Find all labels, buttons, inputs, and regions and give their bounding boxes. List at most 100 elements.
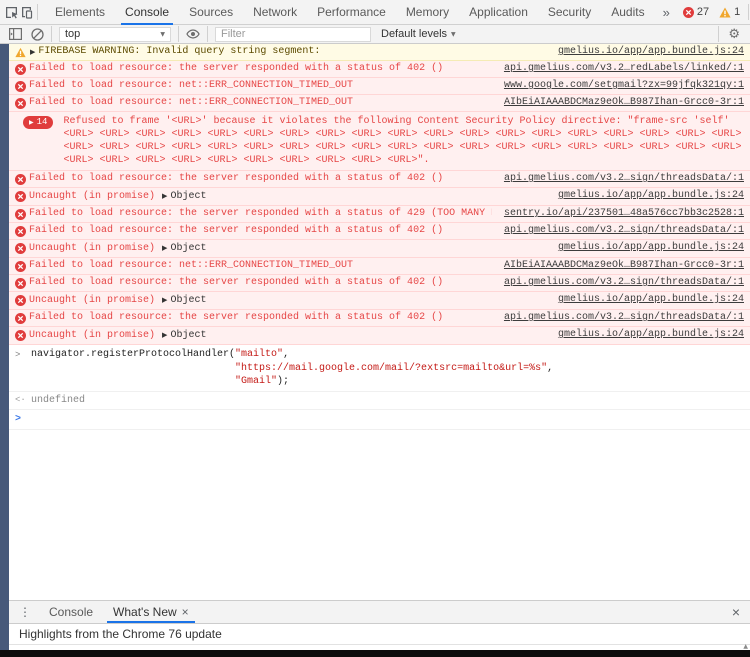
filter-input[interactable] xyxy=(215,27,371,42)
toolbar-divider xyxy=(207,26,208,42)
toolbar-divider xyxy=(51,26,52,42)
tab-application[interactable]: Application xyxy=(459,0,538,25)
chevron-down-icon: ▼ xyxy=(451,31,456,38)
error-icon xyxy=(15,261,29,272)
console-error-row: Failed to load resource: the server resp… xyxy=(9,223,750,240)
object-expander[interactable]: Object xyxy=(170,243,206,254)
result-arrow-icon: <· xyxy=(15,394,31,407)
error-icon xyxy=(15,98,29,109)
drawer-tab-whats-new[interactable]: What's New × xyxy=(103,601,199,623)
panel-tabs: Elements Console Sources Network Perform… xyxy=(45,0,678,25)
source-link[interactable]: sentry.io/api/237501…48a576cc7bb3c2528:1 xyxy=(504,206,744,222)
tab-memory[interactable]: Memory xyxy=(396,0,459,25)
console-uncaught-row: Uncaught (in promise) ▶Object gmelius.io… xyxy=(9,188,750,206)
console-toolbar: top ▼ Default levels ▼ ⚙ xyxy=(0,25,750,44)
console-error-row: Failed to load resource: the server resp… xyxy=(9,206,750,223)
settings-gear-icon[interactable]: ⚙ xyxy=(722,27,746,42)
console-uncaught-row: Uncaught (in promise) ▶Object gmelius.io… xyxy=(9,292,750,310)
error-icon xyxy=(15,278,29,289)
tab-audits[interactable]: Audits xyxy=(601,0,654,25)
error-icon xyxy=(15,64,29,75)
expand-triangle-icon[interactable]: ▶ xyxy=(162,244,167,252)
expand-triangle-icon[interactable]: ▶ xyxy=(162,192,167,200)
prompt-chevron-icon: > xyxy=(15,414,21,425)
console-grouped-error-row: ▶ 14 Refused to frame '<URL>' because it… xyxy=(9,112,750,171)
warning-icon xyxy=(719,7,731,18)
console-error-row: Failed to load resource: net::ERR_CONNEC… xyxy=(9,258,750,275)
console-empty-area[interactable] xyxy=(9,430,750,600)
error-icon xyxy=(15,209,29,220)
error-icon xyxy=(15,330,29,341)
source-link[interactable]: api.gmelius.com/v3.2…sign/threadsData/:1 xyxy=(504,310,744,326)
source-link[interactable]: AIbEiAIAAABDCMaz9eOk…B987Ihan-Grcc0-3r:1 xyxy=(504,95,744,111)
page-bottom-bar xyxy=(0,650,750,657)
error-icon xyxy=(15,243,29,254)
expand-triangle-icon[interactable]: ▶ xyxy=(162,331,167,339)
console-prompt[interactable]: > xyxy=(9,410,750,430)
expand-triangle-icon: ▶ xyxy=(29,116,34,129)
source-link[interactable]: gmelius.io/app/app.bundle.js:24 xyxy=(558,327,744,343)
more-tabs-icon[interactable]: » xyxy=(655,0,678,25)
execution-context-selector[interactable]: top ▼ xyxy=(59,27,171,42)
error-count-badge[interactable]: 27 xyxy=(683,6,709,18)
chevron-down-icon: ▼ xyxy=(160,31,165,38)
drawer-toolbar: ⋮ Console What's New × × xyxy=(9,601,750,624)
object-expander[interactable]: Object xyxy=(170,191,206,202)
source-link[interactable]: api.gmelius.com/v3.2…sign/threadsData/:1 xyxy=(504,223,744,239)
console-messages-pane: ▶ FIREBASE WARNING: Invalid query string… xyxy=(9,44,750,650)
console-error-row: Failed to load resource: the server resp… xyxy=(9,61,750,78)
object-expander[interactable]: Object xyxy=(170,295,206,306)
whats-new-content: ▲ xyxy=(9,645,750,650)
drawer-menu-icon[interactable]: ⋮ xyxy=(9,601,39,623)
source-link[interactable]: api.gmelius.com/v3.2…sign/threadsData/:1 xyxy=(504,275,744,291)
source-link[interactable]: www.google.com/setgmail?zx=99jfqk321qy:1 xyxy=(504,78,744,94)
device-toolbar-icon[interactable] xyxy=(19,0,34,24)
toolbar-divider xyxy=(748,4,749,20)
source-link[interactable]: gmelius.io/app/app.bundle.js:24 xyxy=(558,44,744,60)
console-warning-row: ▶ FIREBASE WARNING: Invalid query string… xyxy=(9,44,750,61)
source-link[interactable]: gmelius.io/app/app.bundle.js:24 xyxy=(558,292,744,308)
bottom-drawer: ⋮ Console What's New × × Highlights from… xyxy=(9,600,750,650)
expand-triangle-icon[interactable]: ▶ xyxy=(162,296,167,304)
tab-console[interactable]: Console xyxy=(115,0,179,25)
close-tab-icon[interactable]: × xyxy=(182,605,189,619)
tab-performance[interactable]: Performance xyxy=(307,0,396,25)
console-error-row: Failed to load resource: the server resp… xyxy=(9,171,750,188)
tab-security[interactable]: Security xyxy=(538,0,601,25)
toolbar-divider xyxy=(37,4,38,20)
error-icon xyxy=(15,313,29,324)
log-levels-dropdown[interactable]: Default levels ▼ xyxy=(377,28,460,40)
source-link[interactable]: gmelius.io/app/app.bundle.js:24 xyxy=(558,240,744,256)
expand-triangle-icon[interactable]: ▶ xyxy=(30,44,35,60)
drawer-tab-console[interactable]: Console xyxy=(39,601,103,623)
console-sidebar-icon[interactable] xyxy=(4,26,26,43)
error-icon xyxy=(683,7,694,18)
tab-sources[interactable]: Sources xyxy=(179,0,243,25)
tab-elements[interactable]: Elements xyxy=(45,0,115,25)
repeat-count-badge[interactable]: ▶ 14 xyxy=(23,116,53,129)
error-icon xyxy=(15,81,29,92)
source-link[interactable]: AIbEiAIAAABDCMaz9eOk…B987Ihan-Grcc0-3r:1 xyxy=(504,258,744,274)
object-expander[interactable]: Object xyxy=(170,330,206,341)
command-chevron-icon: > xyxy=(15,348,31,362)
source-link[interactable]: gmelius.io/app/app.bundle.js:24 xyxy=(558,188,744,204)
console-command-echo: > navigator.registerProtocolHandler("mai… xyxy=(9,345,750,392)
console-error-row: Failed to load resource: the server resp… xyxy=(9,275,750,292)
drawer-close-icon[interactable]: × xyxy=(722,601,750,623)
source-link[interactable]: api.gmelius.com/v3.2…redLabels/linked/:1 xyxy=(504,61,744,77)
source-link[interactable]: api.gmelius.com/v3.2…sign/threadsData/:1 xyxy=(504,171,744,187)
clear-console-icon[interactable] xyxy=(26,26,48,43)
error-icon xyxy=(15,295,29,306)
inspect-element-icon[interactable] xyxy=(4,0,19,24)
console-uncaught-row: Uncaught (in promise) ▶Object gmelius.io… xyxy=(9,240,750,258)
devtools-window: Elements Console Sources Network Perform… xyxy=(0,0,750,657)
live-expression-eye-icon[interactable] xyxy=(182,26,204,43)
tab-network[interactable]: Network xyxy=(243,0,307,25)
console-error-row: Failed to load resource: net::ERR_CONNEC… xyxy=(9,78,750,95)
page-behind-strip xyxy=(0,44,9,650)
warning-count-badge[interactable]: 1 xyxy=(719,6,740,18)
error-icon xyxy=(15,226,29,237)
scrollbar-up-icon[interactable]: ▲ xyxy=(743,643,748,650)
main-toolbar: Elements Console Sources Network Perform… xyxy=(0,0,750,25)
console-error-row: Failed to load resource: the server resp… xyxy=(9,310,750,327)
